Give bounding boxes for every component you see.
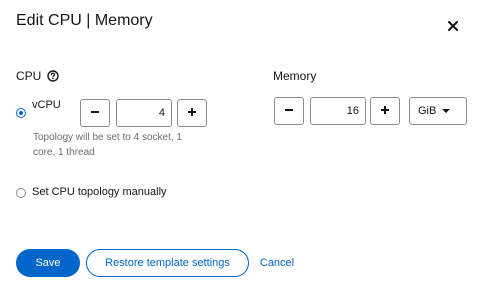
cpu-section-label: CPU	[16, 69, 60, 83]
memory-decrement-button[interactable]	[274, 97, 304, 125]
vcpu-increment-button[interactable]	[177, 99, 207, 127]
chevron-down-icon	[442, 109, 451, 113]
cpu-label: CPU	[16, 69, 42, 83]
help-icon[interactable]	[47, 70, 60, 82]
close-icon	[448, 18, 458, 36]
minus-icon	[284, 102, 294, 120]
memory-input[interactable]: 16	[310, 97, 366, 125]
plus-icon	[187, 104, 197, 122]
save-button[interactable]: Save	[16, 249, 80, 277]
close-button[interactable]	[444, 18, 462, 36]
memory-unit-select[interactable]: GiB	[409, 97, 467, 125]
edit-cpu-memory-modal: Edit CPU | Memory CPU vCPU 4 Topology wi…	[0, 0, 478, 286]
topology-helper-text: Topology will be set to 4 socket, 1 core…	[33, 132, 182, 158]
manual-topology-label[interactable]: Set CPU topology manually	[32, 186, 167, 198]
memory-increment-button[interactable]	[370, 97, 400, 125]
vcpu-input[interactable]: 4	[116, 99, 172, 127]
cancel-button[interactable]: Cancel	[256, 249, 298, 277]
plus-icon	[380, 102, 390, 120]
vcpu-radio-label[interactable]: vCPU	[32, 99, 61, 111]
manual-topology-radio[interactable]	[16, 188, 26, 198]
memory-section-label: Memory	[273, 69, 316, 83]
restore-template-settings-button[interactable]: Restore template settings	[86, 249, 249, 277]
minus-icon	[90, 104, 100, 122]
modal-title: Edit CPU | Memory	[16, 12, 153, 29]
vcpu-decrement-button[interactable]	[80, 99, 110, 127]
memory-unit-value: GiB	[418, 105, 437, 117]
vcpu-radio[interactable]	[16, 108, 26, 118]
memory-label: Memory	[273, 69, 317, 83]
